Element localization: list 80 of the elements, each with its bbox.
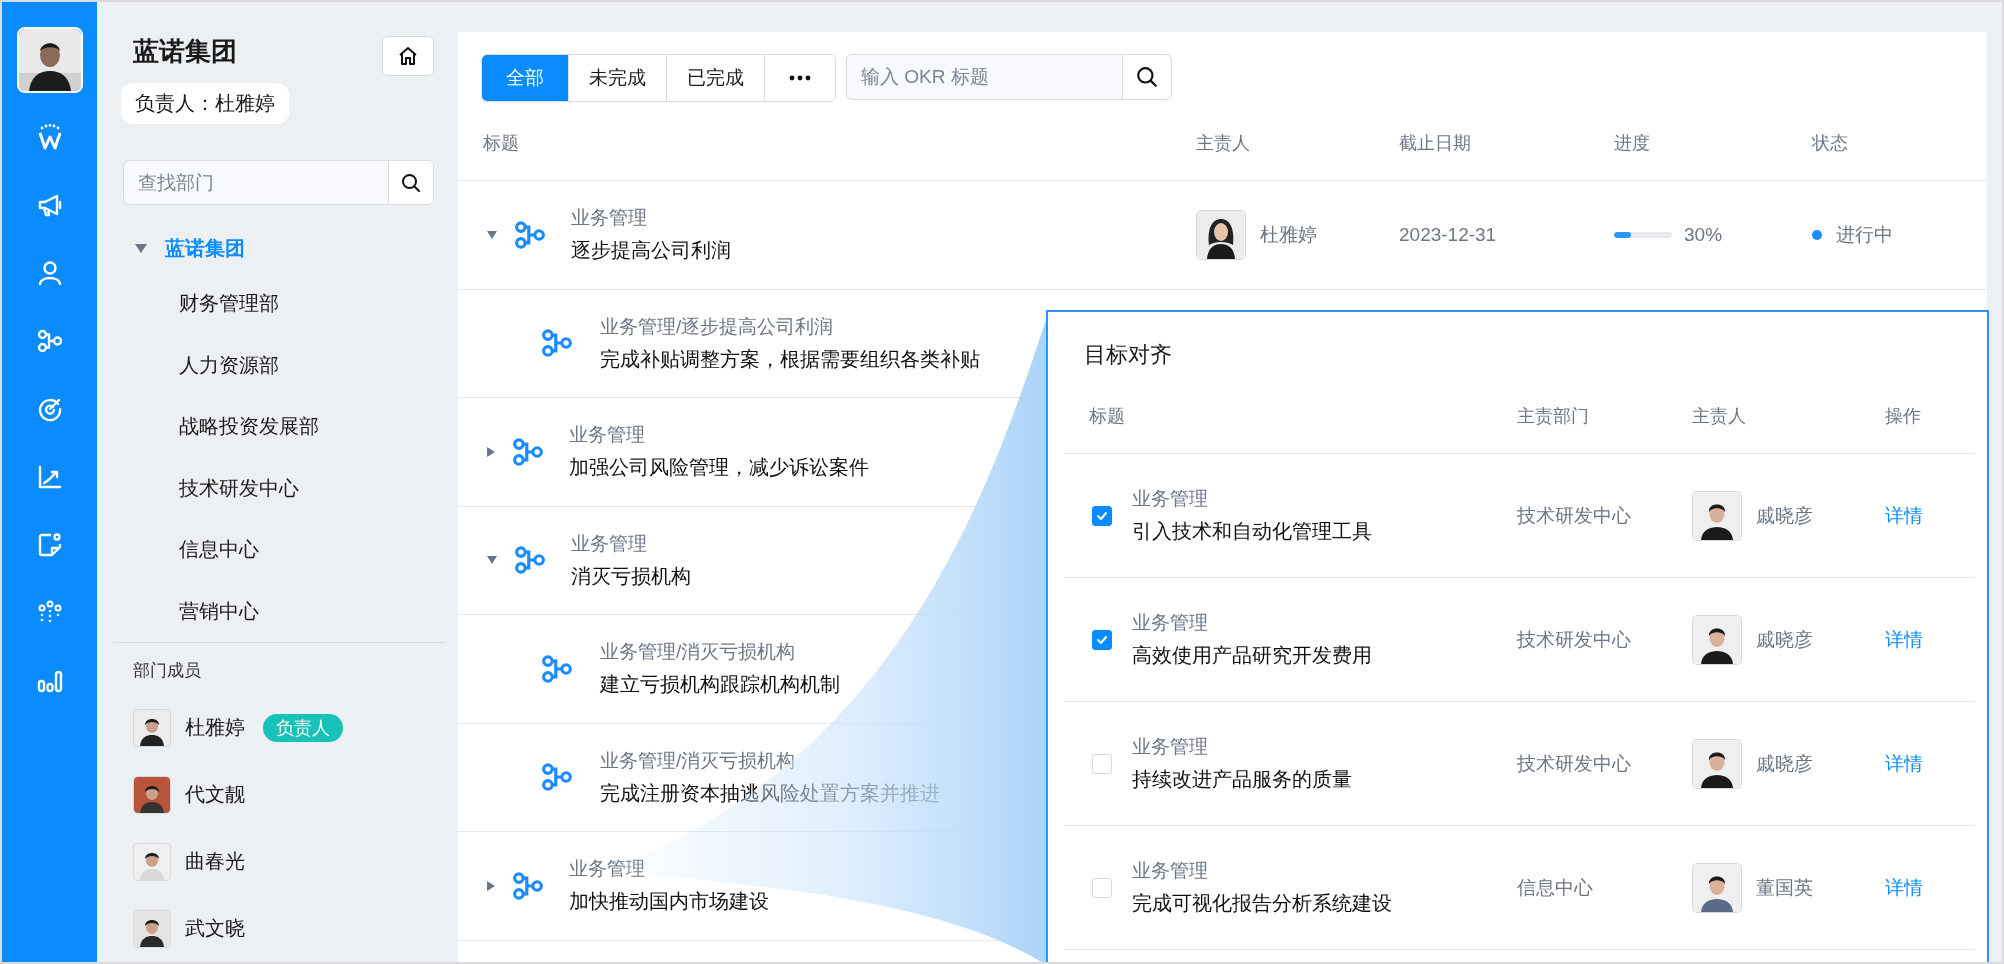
- member-name[interactable]: 武文晓: [185, 915, 245, 942]
- objective-title[interactable]: 逐步提高公司利润: [571, 237, 731, 265]
- details-link[interactable]: 详情: [1885, 874, 1923, 901]
- department-name: 技术研发中心: [1517, 751, 1632, 776]
- objective-title: 引入技术和自动化管理工具: [1132, 519, 1372, 544]
- column-header: 主责部门: [1517, 404, 1590, 428]
- column-header: 进度: [1614, 132, 1651, 155]
- role-badge: 负责人: [263, 713, 343, 742]
- objective-title: 持续改进产品服务的质量: [1132, 767, 1352, 792]
- objective-title[interactable]: 消灭亏损机构: [571, 562, 691, 590]
- details-link[interactable]: 详情: [1885, 750, 1923, 777]
- details-link[interactable]: 详情: [1885, 502, 1923, 529]
- expand-toggle[interactable]: [487, 556, 497, 565]
- expand-toggle[interactable]: [487, 230, 497, 239]
- search-icon: [401, 172, 421, 193]
- objective-title[interactable]: 加快推动国内市场建设: [569, 888, 769, 916]
- column-header: 标题: [483, 132, 520, 155]
- org-title: 蓝诺集团: [133, 35, 237, 68]
- expand-toggle[interactable]: [487, 880, 495, 891]
- nodes-icon[interactable]: [35, 327, 64, 355]
- tree-item[interactable]: 信息中心: [123, 519, 259, 581]
- tree-item[interactable]: 技术研发中心: [123, 457, 299, 519]
- objective-category: 业务管理: [569, 423, 646, 448]
- department-name: 信息中心: [1517, 875, 1594, 900]
- checkmark-icon: [1096, 634, 1108, 645]
- column-header: 标题: [1088, 404, 1126, 428]
- panel-title: 目标对齐: [1083, 341, 1172, 369]
- details-link[interactable]: 详情: [1885, 626, 1923, 653]
- member-name[interactable]: 曲春光: [185, 848, 245, 875]
- progress-value: 30%: [1684, 223, 1723, 246]
- owner-name: 戚晓彦: [1756, 751, 1813, 776]
- objective-category: 业务管理: [571, 531, 648, 556]
- objective-title[interactable]: 建立亏损机构跟踪机构机制: [600, 671, 840, 699]
- objective-category: 业务管理: [1132, 735, 1209, 759]
- objective-category: 业务管理: [1132, 859, 1209, 883]
- checkbox[interactable]: [1092, 505, 1112, 526]
- expand-toggle[interactable]: [487, 446, 495, 457]
- owner-name: 戚晓彦: [1756, 503, 1813, 528]
- okr-search-field[interactable]: 输入 OKR 标题: [846, 54, 1122, 100]
- objective-category: 业务管理: [569, 857, 646, 882]
- column-header: 主责人: [1196, 132, 1251, 155]
- tree-item[interactable]: 营销中心: [123, 580, 259, 642]
- more-icon: [789, 75, 811, 81]
- objective-category: 业务管理: [571, 206, 648, 231]
- department-name: 技术研发中心: [1517, 627, 1632, 652]
- checkmark-icon: [1096, 510, 1108, 521]
- owner-name: 戚晓彦: [1756, 627, 1813, 652]
- search-button[interactable]: [1122, 54, 1172, 100]
- department-search-field[interactable]: 查找部门: [123, 160, 388, 205]
- objective-title: 高效使用产品研究开发费用: [1132, 643, 1372, 668]
- objective-category: 业务管理/消灭亏损机构: [600, 640, 797, 665]
- home-icon: [397, 45, 419, 67]
- column-header: 状态: [1812, 132, 1849, 155]
- status-text: 进行中: [1836, 222, 1893, 247]
- department-name: 技术研发中心: [1517, 503, 1632, 528]
- home-button[interactable]: [382, 36, 434, 76]
- objective-title[interactable]: 加强公司风险管理，减少诉讼案件: [569, 454, 869, 482]
- checkbox[interactable]: [1092, 629, 1112, 650]
- objective-category: 业务管理: [1132, 611, 1209, 635]
- column-header: 截止日期: [1399, 132, 1472, 155]
- tree-item[interactable]: 财务管理部: [123, 273, 279, 335]
- search-icon: [1136, 66, 1158, 88]
- objective-category: 业务管理/消灭亏损机构: [600, 748, 797, 773]
- expand-toggle[interactable]: [135, 243, 147, 253]
- due-date: 2023-12-31: [1399, 223, 1498, 246]
- column-header: 操作: [1885, 404, 1922, 428]
- member-name[interactable]: 代文靓: [185, 781, 245, 808]
- objective-title: 完成可视化报告分析系统建设: [1132, 891, 1392, 916]
- tree-item[interactable]: 人力资源部: [123, 334, 279, 396]
- member-name[interactable]: 杜雅婷: [185, 714, 245, 741]
- objective-category: 业务管理: [1132, 487, 1209, 511]
- tree-item[interactable]: 战略投资发展部: [123, 396, 319, 458]
- owner-name: 董国英: [1756, 875, 1813, 900]
- section-heading: 部门成员: [133, 660, 202, 682]
- owner-name: 杜雅婷: [1260, 222, 1317, 247]
- search-button[interactable]: [388, 160, 434, 205]
- column-header: 主责人: [1692, 404, 1747, 428]
- objective-title[interactable]: 完成补贴调整方案，根据需要组织各类补贴: [600, 345, 980, 373]
- objective-category: 业务管理/逐步提高公司利润: [600, 314, 835, 339]
- owner-pill: 负责人：杜雅婷: [121, 83, 289, 124]
